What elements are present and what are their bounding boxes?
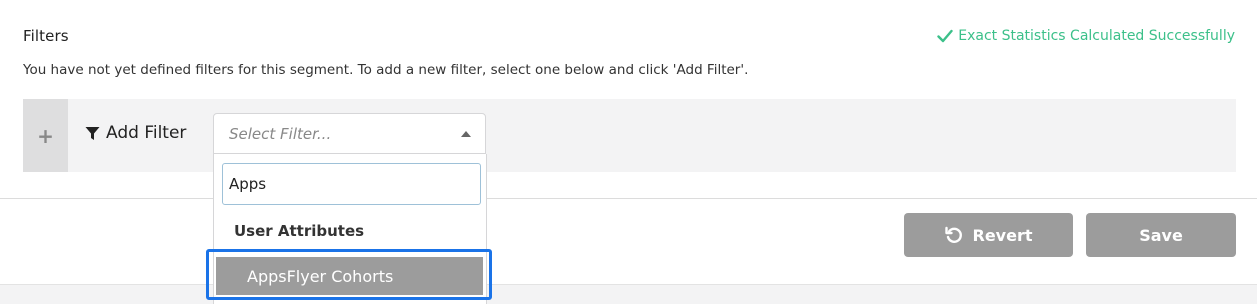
status-text: Exact Statistics Calculated Successfully — [958, 28, 1235, 44]
option-appsflyer-cohorts[interactable]: AppsFlyer Cohorts — [216, 257, 483, 295]
revert-icon — [944, 226, 962, 243]
footer-strip — [0, 284, 1257, 304]
revert-label: Revert — [972, 225, 1033, 245]
option-label: AppsFlyer Cohorts — [247, 266, 394, 286]
save-button[interactable]: Save — [1086, 213, 1236, 257]
filter-select-placeholder: Select Filter... — [229, 125, 332, 143]
plus-icon: + — [37, 123, 54, 148]
filters-heading: Filters — [23, 27, 69, 45]
filter-search-input[interactable] — [222, 163, 481, 205]
statistics-status: Exact Statistics Calculated Successfully — [937, 28, 1235, 44]
group-header-user-attributes: User Attributes — [234, 222, 365, 240]
revert-button[interactable]: Revert — [904, 213, 1073, 257]
filters-hint: You have not yet defined filters for thi… — [23, 62, 749, 78]
add-filter-toggle[interactable]: + — [23, 99, 68, 172]
filter-select[interactable]: Select Filter... — [213, 113, 486, 154]
filter-dropdown: User Attributes AppsFlyer Cohorts — [206, 154, 492, 304]
save-label: Save — [1139, 225, 1183, 245]
caret-up-icon — [461, 131, 471, 137]
filter-bar: + Add Filter — [23, 99, 1236, 172]
divider — [0, 198, 1257, 199]
check-icon — [937, 29, 953, 43]
segment-filters-panel: Filters Exact Statistics Calculated Succ… — [0, 0, 1257, 304]
add-filter-label: Add Filter — [85, 123, 186, 143]
funnel-icon — [85, 126, 100, 140]
add-filter-text: Add Filter — [106, 123, 187, 143]
